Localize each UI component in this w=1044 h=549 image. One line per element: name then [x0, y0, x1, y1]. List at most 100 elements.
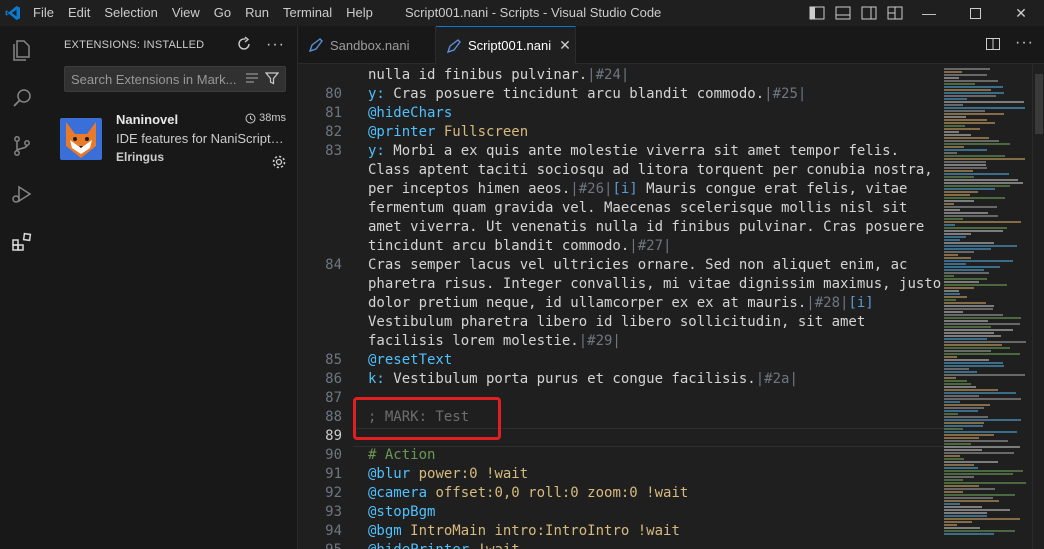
minimap-line — [944, 506, 982, 508]
annotation-highlight-box — [353, 397, 501, 440]
more-actions-icon[interactable]: ··· — [266, 36, 285, 54]
close-window-icon[interactable]: ✕ — [998, 0, 1044, 26]
tab-sandbox[interactable]: Sandbox.nani — [298, 26, 436, 64]
minimap-line — [944, 383, 971, 385]
generic-text: pharetra risus. Integer convallis, mi vi… — [368, 276, 942, 292]
minimap-line — [944, 110, 985, 112]
minimap-line — [944, 296, 967, 298]
minimap-line — [944, 350, 991, 352]
minimap-line — [944, 425, 983, 427]
extensions-icon[interactable] — [0, 218, 44, 266]
menu-help[interactable]: Help — [339, 0, 380, 26]
split-editor-icon[interactable] — [985, 36, 1001, 55]
title-bar: File Edit Selection View Go Run Terminal… — [0, 0, 1044, 26]
editor-more-actions-icon[interactable]: ··· — [1015, 35, 1034, 55]
minimap-line — [944, 476, 974, 478]
minimap-line — [944, 302, 986, 304]
minimap-line — [944, 209, 960, 211]
minimize-icon[interactable]: — — [906, 0, 952, 26]
line-content: k: Vestibulum porta purus et congue faci… — [368, 370, 798, 389]
maximize-icon[interactable] — [952, 0, 998, 26]
menu-edit[interactable]: Edit — [61, 0, 97, 26]
toggle-secondary-sidebar-icon[interactable] — [860, 4, 878, 22]
run-debug-icon[interactable] — [0, 170, 44, 218]
minimap-line — [944, 374, 1025, 376]
minimap-line — [944, 437, 979, 439]
minimap-line — [944, 101, 1024, 103]
line-number: 86 — [325, 371, 342, 387]
minimap-line — [944, 473, 1013, 475]
line-content: y: Cras posuere tincidunt arcu blandit c… — [368, 85, 806, 104]
text-id: |#25| — [764, 86, 807, 102]
line-content: Vestibulum pharetra libero id libero sol… — [368, 313, 865, 332]
minimap-line — [944, 254, 958, 256]
minimap-line — [944, 422, 984, 424]
explorer-icon[interactable] — [0, 26, 44, 74]
minimap-line — [944, 212, 988, 214]
menu-go[interactable]: Go — [207, 0, 238, 26]
menu-selection[interactable]: Selection — [97, 0, 164, 26]
generic-text: Cras semper lacus vel ultricies ornare. … — [368, 257, 908, 273]
minimap-line — [944, 83, 975, 85]
line-number: 90 — [325, 447, 342, 463]
nani-file-icon — [308, 37, 324, 53]
line-number: 83 — [325, 143, 342, 159]
tab-script001[interactable]: Script001.nani ✕ — [436, 26, 576, 64]
vertical-scrollbar[interactable] — [1032, 64, 1044, 549]
minimap-line — [944, 521, 972, 523]
customize-layout-icon[interactable] — [886, 4, 904, 22]
menu-view[interactable]: View — [165, 0, 207, 26]
extension-description: IDE features for NaniScript ... — [116, 131, 284, 146]
line-content: facilisis lorem molestie.|#29| — [368, 332, 621, 351]
extension-publisher[interactable]: Elringus — [116, 150, 286, 164]
code-editor[interactable]: nulla id finibus pulvinar.|#24| 80 y: Cras… — [298, 64, 1044, 549]
minimap-line — [944, 104, 963, 106]
minimap-line — [944, 323, 1020, 325]
line-content: # Action — [368, 446, 435, 465]
minimap-line — [944, 332, 994, 334]
command-arg: Fullscreen — [435, 124, 529, 140]
minimap-line — [944, 185, 1010, 187]
search-icon[interactable] — [0, 74, 44, 122]
minimap-line — [944, 470, 1023, 472]
minimap-line — [944, 179, 1018, 181]
refresh-icon[interactable] — [236, 35, 252, 55]
command-name: @resetText — [368, 352, 453, 368]
menu-terminal[interactable]: Terminal — [276, 0, 339, 26]
extension-list-item[interactable]: Naninovel 38ms IDE features for NaniScri… — [44, 108, 297, 170]
toggle-primary-sidebar-icon[interactable] — [808, 4, 826, 22]
toggle-panel-icon[interactable] — [834, 4, 852, 22]
source-control-icon[interactable] — [0, 122, 44, 170]
minimap-line — [944, 152, 957, 154]
inline-command: [i] — [848, 295, 874, 311]
activation-time: 38ms — [245, 112, 286, 124]
minimap-line — [944, 317, 1021, 319]
line-content: Cras semper lacus vel ultricies ornare. … — [368, 256, 907, 275]
minimap-line — [944, 116, 966, 118]
line-content: dolor pretium neque, id ullamcorper ex e… — [368, 294, 874, 313]
manage-gear-icon[interactable] — [271, 154, 287, 173]
minimap-line — [944, 461, 998, 463]
minimap-line — [944, 119, 987, 121]
close-tab-icon[interactable]: ✕ — [559, 37, 571, 54]
minimap-line — [944, 170, 973, 172]
extension-search-input[interactable] — [71, 71, 245, 87]
filter-icon[interactable] — [264, 71, 280, 88]
menu-run[interactable]: Run — [238, 0, 276, 26]
editor-tab-bar: Sandbox.nani Script001.nani ✕ ··· — [298, 26, 1044, 64]
minimap-line — [944, 137, 989, 139]
clear-filter-icon[interactable] — [245, 72, 259, 87]
menu-file[interactable]: File — [26, 0, 61, 26]
minimap-line — [944, 482, 1026, 484]
minimap-line — [944, 176, 974, 178]
minimap-line — [944, 122, 995, 124]
scrollbar-thumb[interactable] — [1035, 74, 1043, 134]
author-id: y: — [368, 86, 385, 102]
minimap[interactable] — [944, 64, 1032, 549]
minimap-line — [944, 290, 959, 292]
command-name: @stopBgm — [368, 504, 436, 520]
minimap-line — [944, 98, 967, 100]
minimap-line — [944, 143, 1010, 145]
minimap-line — [944, 440, 1008, 442]
line-number: 95 — [298, 541, 342, 549]
